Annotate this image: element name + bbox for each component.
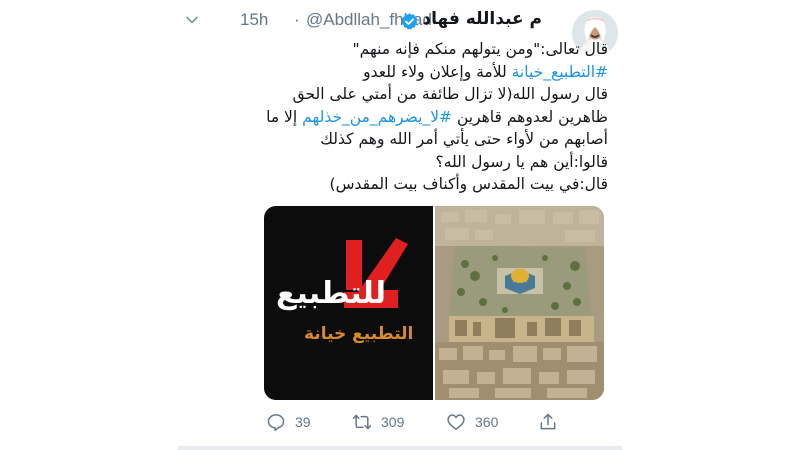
tweet-text-segment: قال رسول الله(لا تزال طائفة من أمتي على …: [292, 85, 608, 103]
retweet-count: 309: [381, 414, 405, 430]
author-display-name[interactable]: م عبدالله فهاد: [420, 9, 542, 29]
media-image-no-normalization[interactable]: للتطبيع التطبيع خيانة: [264, 206, 433, 400]
share-icon: [540, 413, 556, 430]
tweet-text-line: #التطبيع_خيانة للأمة وإعلان ولاء للعدو: [188, 61, 608, 84]
tweet-text-line: قال رسول الله(لا تزال طائفة من أمتي على …: [188, 83, 608, 106]
tweet-text-line: قالوا:أين هم يا رسول الله؟: [188, 151, 608, 174]
tweet-header: 15h · @Abdllah_fhhad م عبدالله فهاد: [178, 4, 622, 34]
reply-icon: [267, 414, 285, 432]
tweet-text-segment: ظاهرين لعدوهم قاهرين: [452, 107, 608, 126]
reply-button[interactable]: 39: [266, 412, 311, 432]
tweet-text-segment: إلا ما: [266, 107, 303, 126]
tweet-text-segment: أصابهم من لأواء حتى يأتي أمر الله وهم كذ…: [320, 130, 608, 148]
tweet-actions: 39 309 360: [178, 408, 622, 438]
tweet-text-segment: قال:في بيت المقدس وأكناف بيت المقدس): [329, 175, 608, 193]
like-count: 360: [475, 414, 499, 430]
timeline-divider: [178, 446, 622, 450]
hashtag-link[interactable]: #لا_يضرهم_من_خذلهم: [302, 108, 452, 126]
tweet-text-line: قال:في بيت المقدس وأكناف بيت المقدس): [188, 173, 608, 196]
share-button[interactable]: [538, 412, 558, 432]
tweet-media[interactable]: للتطبيع التطبيع خيانة: [264, 206, 604, 400]
tweet-text-line: أصابهم من لأواء حتى يأتي أمر الله وهم كذ…: [188, 128, 608, 151]
tweet-text-segment: للأمة وإعلان ولاء للعدو: [363, 62, 512, 81]
tweet-card[interactable]: 15h · @Abdllah_fhhad م عبدالله فهاد قال …: [178, 0, 622, 450]
tweet-text-line: ظاهرين لعدوهم قاهرين #لا_يضرهم_من_خذلهم …: [188, 106, 608, 129]
slogan-main-text: للتطبيع: [276, 276, 386, 311]
tweet-text-segment: قالوا:أين هم يا رسول الله؟: [435, 152, 608, 171]
hashtag-link[interactable]: #التطبيع_خيانة: [512, 63, 608, 81]
retweet-icon: [352, 414, 372, 430]
tweet-time[interactable]: 15h: [240, 10, 268, 30]
retweet-button[interactable]: 309: [352, 412, 404, 432]
like-button[interactable]: 360: [446, 412, 498, 432]
tweet-text-segment: قال تعالى:"ومن يتولهم منكم فإنه منهم": [352, 40, 609, 58]
tweet-text: قال تعالى:"ومن يتولهم منكم فإنه منهم" #ال…: [188, 38, 608, 196]
jerusalem-aerial-photo: [435, 206, 604, 400]
slogan-sub-text: التطبيع خيانة: [304, 324, 414, 344]
chevron-down-icon[interactable]: [184, 12, 200, 28]
media-image-jerusalem[interactable]: [435, 206, 604, 400]
meta-separator: ·: [294, 10, 300, 29]
tweet-text-line: قال تعالى:"ومن يتولهم منكم فإنه منهم": [188, 38, 609, 61]
verified-badge-icon: [401, 13, 418, 30]
reply-count: 39: [295, 414, 311, 430]
heart-icon: [447, 414, 465, 430]
